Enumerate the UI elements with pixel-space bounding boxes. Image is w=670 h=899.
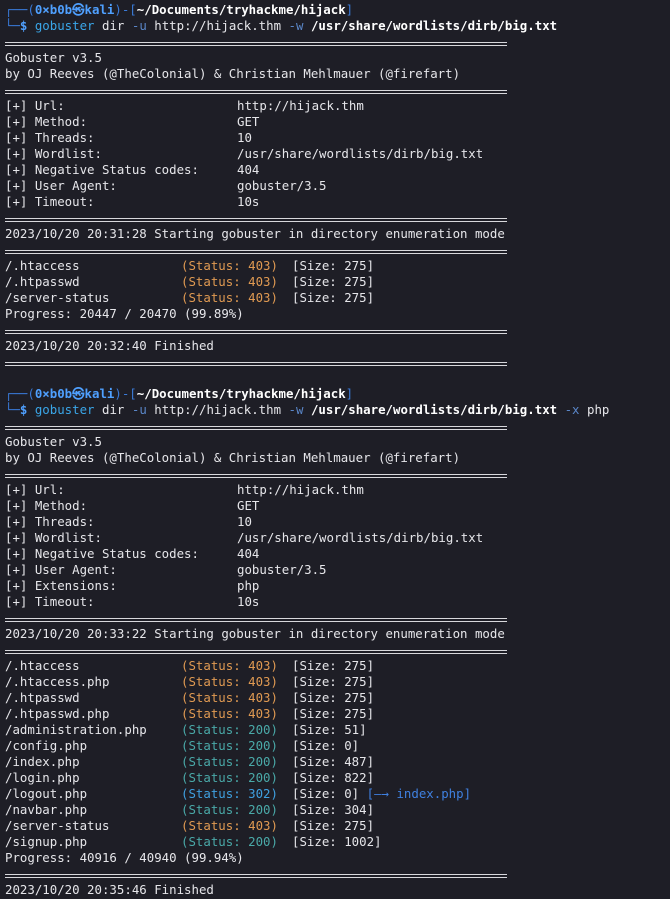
- finished-message: 2023/10/20 20:35:46 Finished: [5, 882, 214, 897]
- config-row: [+] Method: GET: [5, 498, 260, 513]
- flag-x: -x: [564, 402, 580, 417]
- command-wordlist: /usr/share/wordlists/dirb/big.txt: [310, 18, 558, 33]
- separator: [5, 618, 507, 622]
- separator: [5, 218, 507, 222]
- flag-w: -w: [288, 18, 304, 33]
- command-ext: php: [586, 402, 610, 417]
- command-line-2[interactable]: └─$ gobuster dir -u http://hijack.thm -w…: [5, 402, 609, 418]
- prompt-user: 0×b0b: [34, 2, 73, 17]
- separator: [5, 362, 507, 366]
- finished-message: 2023/10/20 20:32:40 Finished: [5, 338, 214, 353]
- separator: [5, 874, 507, 878]
- config-row: [+] Wordlist:/usr/share/wordlists/dirb/b…: [5, 146, 484, 161]
- config-row: [+] Timeout: 10s: [5, 594, 260, 609]
- result-row: /.htaccess (Status: 403) [Size: 275]: [5, 258, 375, 273]
- config-row: [+] Threads: 10: [5, 130, 252, 145]
- prompt-at-icon: ㉿: [72, 386, 85, 401]
- prompt-at-icon: ㉿: [72, 2, 85, 17]
- result-row: /server-status (Status: 403) [Size: 275]: [5, 290, 375, 305]
- start-message: 2023/10/20 20:33:22 Starting gobuster in…: [5, 626, 505, 641]
- progress-line: Progress: 20447 / 20470 (99.89%): [5, 306, 244, 321]
- config-row: [+] Threads: 10: [5, 514, 252, 529]
- command-url: http://hijack.thm: [154, 18, 282, 33]
- prompt-host: kali: [84, 2, 115, 17]
- result-row: /signup.php (Status: 200) [Size: 1002]: [5, 834, 382, 849]
- config-row: [+] Extensions: php: [5, 578, 260, 593]
- separator: [5, 426, 507, 430]
- separator: [5, 474, 507, 478]
- result-row: /index.php (Status: 200) [Size: 487]: [5, 754, 375, 769]
- progress-line: Progress: 40916 / 40940 (99.94%): [5, 850, 244, 865]
- prompt-path: ~/Documents/tryhackme/hijack: [136, 2, 346, 17]
- command-url: http://hijack.thm: [154, 402, 282, 417]
- command-name: gobuster: [34, 18, 95, 33]
- flag-w: -w: [288, 402, 304, 417]
- config-row: [+] Negative Status codes: 404: [5, 546, 260, 561]
- terminal-window[interactable]: ┌──(0×b0b㉿kali)-[~/Documents/tryhackme/h…: [0, 0, 670, 899]
- result-row: /navbar.php (Status: 200) [Size: 304]: [5, 802, 375, 817]
- result-row: /.htpasswd (Status: 403) [Size: 275]: [5, 690, 375, 705]
- command-name: gobuster: [34, 402, 95, 417]
- config-row: [+] User Agent: gobuster/3.5: [5, 178, 327, 193]
- result-row: /login.php (Status: 200) [Size: 822]: [5, 770, 375, 785]
- separator: [5, 650, 507, 654]
- start-message: 2023/10/20 20:31:28 Starting gobuster in…: [5, 226, 505, 241]
- config-row: [+] Url: http://hijack.thm: [5, 482, 364, 497]
- flag-u: -u: [131, 402, 147, 417]
- config-row: [+] Wordlist:/usr/share/wordlists/dirb/b…: [5, 530, 484, 545]
- result-row: /.htpasswd.php (Status: 403) [Size: 275]: [5, 706, 375, 721]
- flag-u: -u: [131, 18, 147, 33]
- config-row: [+] User Agent: gobuster/3.5: [5, 562, 327, 577]
- separator: [5, 330, 507, 334]
- config-row: [+] Negative Status codes: 404: [5, 162, 260, 177]
- prompt-user: 0×b0b: [34, 386, 73, 401]
- banner-version: Gobuster v3.5: [5, 50, 102, 65]
- prompt-line-1: ┌──(0×b0b㉿kali)-[~/Documents/tryhackme/h…: [5, 2, 354, 17]
- config-row: [+] Method: GET: [5, 114, 260, 129]
- command-sub: dir: [102, 402, 125, 417]
- result-row: /.htaccess (Status: 403) [Size: 275]: [5, 658, 375, 673]
- banner-authors: by OJ Reeves (@TheColonial) & Christian …: [5, 450, 461, 465]
- command-line-1[interactable]: └─$ gobuster dir -u http://hijack.thm -w…: [5, 18, 557, 34]
- separator: [5, 250, 507, 254]
- banner-authors: by OJ Reeves (@TheColonial) & Christian …: [5, 66, 461, 81]
- result-row: /config.php (Status: 200) [Size: 0]: [5, 738, 360, 753]
- result-row: /server-status (Status: 403) [Size: 275]: [5, 818, 375, 833]
- result-row: /.htpasswd (Status: 403) [Size: 275]: [5, 274, 375, 289]
- redirect-target: [—→ index.php]: [366, 786, 472, 801]
- prompt-path: ~/Documents/tryhackme/hijack: [136, 386, 346, 401]
- config-row: [+] Url: http://hijack.thm: [5, 98, 364, 113]
- result-row: /.htaccess.php (Status: 403) [Size: 275]: [5, 674, 375, 689]
- banner-version: Gobuster v3.5: [5, 434, 102, 449]
- config-row: [+] Timeout: 10s: [5, 194, 260, 209]
- command-sub: dir: [102, 18, 125, 33]
- prompt-line-2: ┌──(0×b0b㉿kali)-[~/Documents/tryhackme/h…: [5, 386, 354, 401]
- command-wordlist: /usr/share/wordlists/dirb/big.txt: [310, 402, 558, 417]
- result-row: /administration.php (Status: 200) [Size: 5…: [5, 722, 367, 737]
- separator: [5, 42, 507, 46]
- prompt-host: kali: [84, 386, 115, 401]
- separator: [5, 90, 507, 94]
- result-row: /logout.php (Status: 302) [Size: 0] [—→ in…: [5, 786, 472, 801]
